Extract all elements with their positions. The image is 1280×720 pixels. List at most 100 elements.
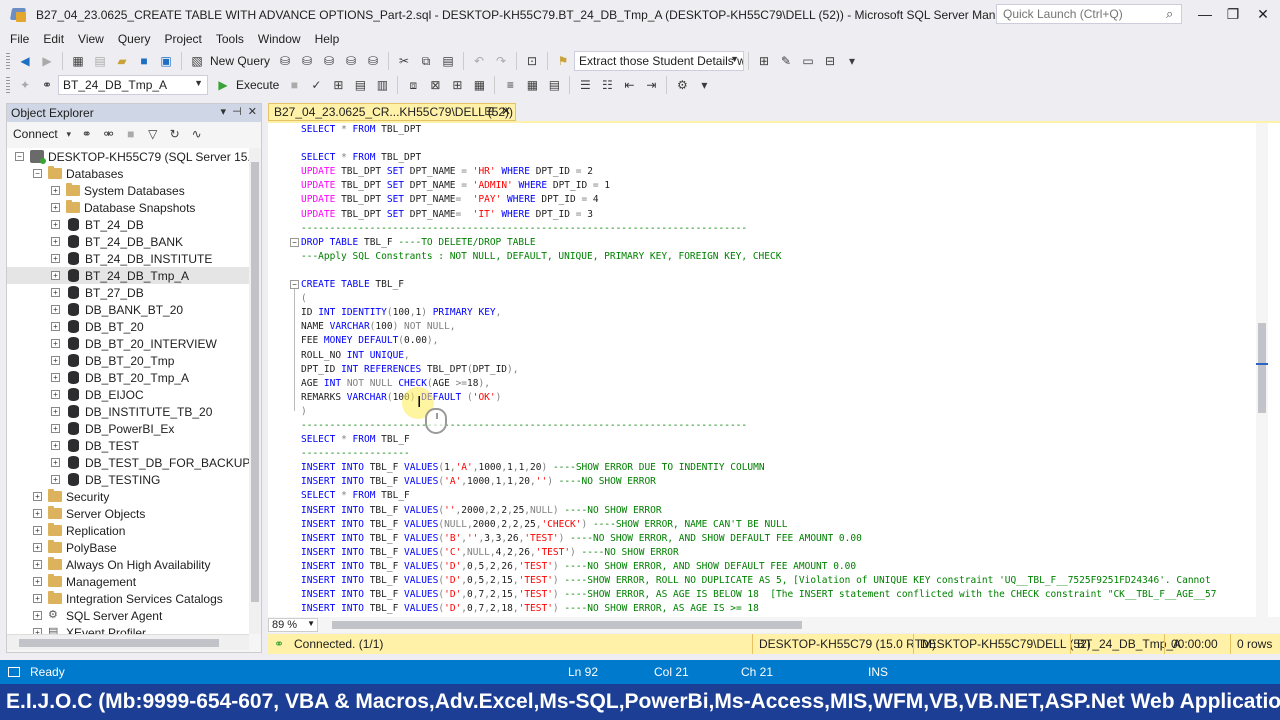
tree-node-sql-agent[interactable]: + ⚙ SQL Server Agent [7,607,249,624]
expand-icon[interactable]: + [51,203,60,212]
expand-icon[interactable]: + [51,390,60,399]
results-to-text-icon[interactable]: ≡ [501,76,519,94]
toolbar-grip[interactable] [6,77,10,93]
find-icon[interactable]: ⚑ [554,52,572,70]
query-options-icon[interactable]: ▥ [373,76,391,94]
tree-node-management[interactable]: + Management [7,573,249,590]
tree-node-security[interactable]: + Security [7,488,249,505]
comment-icon[interactable]: ☰ [576,76,594,94]
client-stats-icon[interactable]: ▦ [470,76,488,94]
scroll-thumb[interactable] [19,639,219,647]
expand-icon[interactable]: + [51,237,60,246]
new-query-button[interactable]: New Query [210,54,270,68]
outline-collapse-icon[interactable]: − [290,280,299,289]
properties-icon[interactable]: ✎ [777,52,795,70]
increase-indent-icon[interactable]: ⇥ [642,76,660,94]
toolbox-icon[interactable]: ▭ [799,52,817,70]
menu-window[interactable]: Window [251,30,308,48]
tree-node-database[interactable]: + DB_INSTITUTE_TB_20 [7,403,249,420]
uncomment-icon[interactable]: ☷ [598,76,616,94]
tree-node-database[interactable]: + DB_TESTING [7,471,249,488]
tree-node-database[interactable]: + DB_PowerBI_Ex [7,420,249,437]
tree-node-database[interactable]: + DB_BANK_BT_20 [7,301,249,318]
tree-node-database[interactable]: + BT_27_DB [7,284,249,301]
back-icon[interactable]: ◀ [16,52,34,70]
expand-icon[interactable]: + [33,594,42,603]
results-to-file-icon[interactable]: ▤ [545,76,563,94]
tree-node-database[interactable]: + BT_24_DB [7,216,249,233]
undo-icon[interactable]: ↶ [470,52,488,70]
tree-node-database-selected[interactable]: + BT_24_DB_Tmp_A [7,267,249,284]
activity-icon[interactable]: ∿ [188,125,206,143]
intellisense-icon[interactable]: ⧈ [404,76,422,94]
tree-node-database[interactable]: + DB_EIJOC [7,386,249,403]
close-tab-icon[interactable]: ✕ [501,104,511,118]
editor-vertical-scrollbar[interactable] [1256,123,1268,617]
cut-icon[interactable]: ✂ [395,52,413,70]
dax-query-icon[interactable]: ⛁ [364,52,382,70]
output-icon[interactable]: ⊟ [821,52,839,70]
tree-node-replication[interactable]: + Replication [7,522,249,539]
expand-icon[interactable]: + [51,186,60,195]
expand-icon[interactable]: + [51,288,60,297]
collapse-icon[interactable]: − [15,152,24,161]
db-engine-query-icon[interactable]: ⛁ [276,52,294,70]
new-project-icon[interactable]: ▦ [69,52,87,70]
menu-view[interactable]: View [71,30,111,48]
tree-node-database-snapshots[interactable]: + Database Snapshots [7,199,249,216]
tree-node-polybase[interactable]: + PolyBase [7,539,249,556]
tree-node-database[interactable]: + BT_24_DB_INSTITUTE [7,250,249,267]
paste-icon[interactable]: ▤ [439,52,457,70]
connect-icon[interactable]: ⚭ [38,76,56,94]
tree-node-database[interactable]: + DB_BT_20_Tmp [7,352,249,369]
expand-icon[interactable]: + [33,560,42,569]
include-plan-icon[interactable]: ⊠ [426,76,444,94]
expand-icon[interactable]: + [51,373,60,382]
redo-icon[interactable]: ↷ [492,52,510,70]
code-text[interactable]: SELECT * FROM TBL_DPT SELECT * FROM TBL_… [301,123,1256,617]
expand-icon[interactable]: + [33,543,42,552]
connect-dropdown[interactable]: Connect [13,127,58,141]
editor-horizontal-scroll-thumb[interactable] [332,621,802,629]
tree-node-database[interactable]: + BT_24_DB_BANK [7,233,249,250]
search-icon[interactable]: ⌕ [1166,6,1173,22]
tree-node-system-databases[interactable]: + System Databases [7,182,249,199]
stop-icon[interactable]: ■ [122,125,140,143]
filter-icon[interactable]: ▽ [144,125,162,143]
specify-values-icon[interactable]: ⚙ [673,76,691,94]
expand-icon[interactable]: + [33,526,42,535]
maximize-button[interactable]: ❐ [1218,4,1248,24]
panel-buttons[interactable]: ▾ ⊣ ✕ [220,105,257,118]
add-item-icon[interactable]: ▤ [91,52,109,70]
menu-edit[interactable]: Edit [36,30,71,48]
expand-icon[interactable]: + [51,322,60,331]
tree-node-always-on[interactable]: + Always On High Availability [7,556,249,573]
expand-icon[interactable]: + [51,407,60,416]
sql-query-editor[interactable]: − − SELECT * FROM TBL_DPT SELECT * FROM … [268,121,1280,617]
tree-node-database[interactable]: + DB_BT_20_INTERVIEW [7,335,249,352]
expand-icon[interactable]: + [51,305,60,314]
tree-node-server[interactable]: − DESKTOP-KH55C79 (SQL Server 15.0.200 [7,148,249,165]
tree-node-xevent-profiler[interactable]: + ▤ XEvent Profiler [7,624,249,634]
expand-icon[interactable]: + [51,339,60,348]
expand-icon[interactable]: + [51,441,60,450]
tree-node-databases[interactable]: − Databases [7,165,249,182]
dmx-query-icon[interactable]: ⛁ [320,52,338,70]
new-query-icon[interactable]: ▧ [188,52,206,70]
refresh-icon[interactable]: ↻ [166,125,184,143]
menu-tools[interactable]: Tools [209,30,251,48]
expand-icon[interactable]: + [51,220,60,229]
expand-icon[interactable]: + [51,271,60,280]
object-explorer-horizontal-scrollbar[interactable] [7,634,249,650]
quick-launch-input[interactable] [996,4,1182,24]
parse-icon[interactable]: ✓ [307,76,325,94]
query-designer-icon[interactable]: ▤ [351,76,369,94]
menu-file[interactable]: File [3,30,36,48]
expand-icon[interactable]: + [33,577,42,586]
close-window-button[interactable]: ✕ [1248,4,1278,24]
query-document-tab[interactable]: B27_04_23.0625_CR...KH55C79\DELL (52)) ⊞… [268,103,516,121]
toolbar-options-icon[interactable]: ▾ [695,76,713,94]
expand-icon[interactable]: + [51,356,60,365]
expand-icon[interactable]: + [51,254,60,263]
tree-node-server-objects[interactable]: + Server Objects [7,505,249,522]
